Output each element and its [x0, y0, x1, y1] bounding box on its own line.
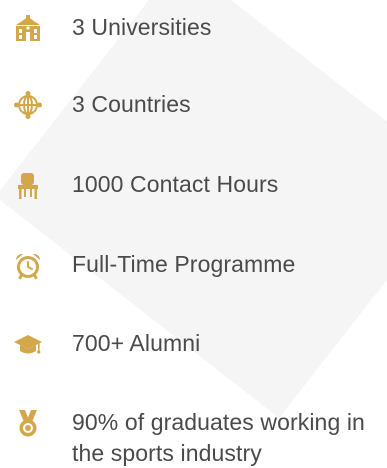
- features-list: 3 Universities 3 Countries 1000 Contact …: [0, 0, 387, 468]
- graduation-cap-icon: [14, 332, 42, 360]
- globe-network-icon: [14, 91, 42, 119]
- feature-label: 1000 Contact Hours: [72, 171, 279, 197]
- feature-label: 700+ Alumni: [72, 330, 201, 356]
- medal-icon: [14, 410, 42, 438]
- feature-label: Full-Time Programme: [72, 251, 296, 277]
- feature-label: 3 Universities: [72, 14, 212, 40]
- alarm-clock-icon: [14, 252, 42, 280]
- feature-label: 90% of graduates working in the sports i…: [72, 409, 365, 466]
- school-desk-icon: [14, 172, 42, 200]
- features-panel: 3 Universities 3 Countries 1000 Contact …: [0, 0, 387, 468]
- university-building-icon: [14, 15, 42, 43]
- feature-label: 3 Countries: [72, 91, 191, 117]
